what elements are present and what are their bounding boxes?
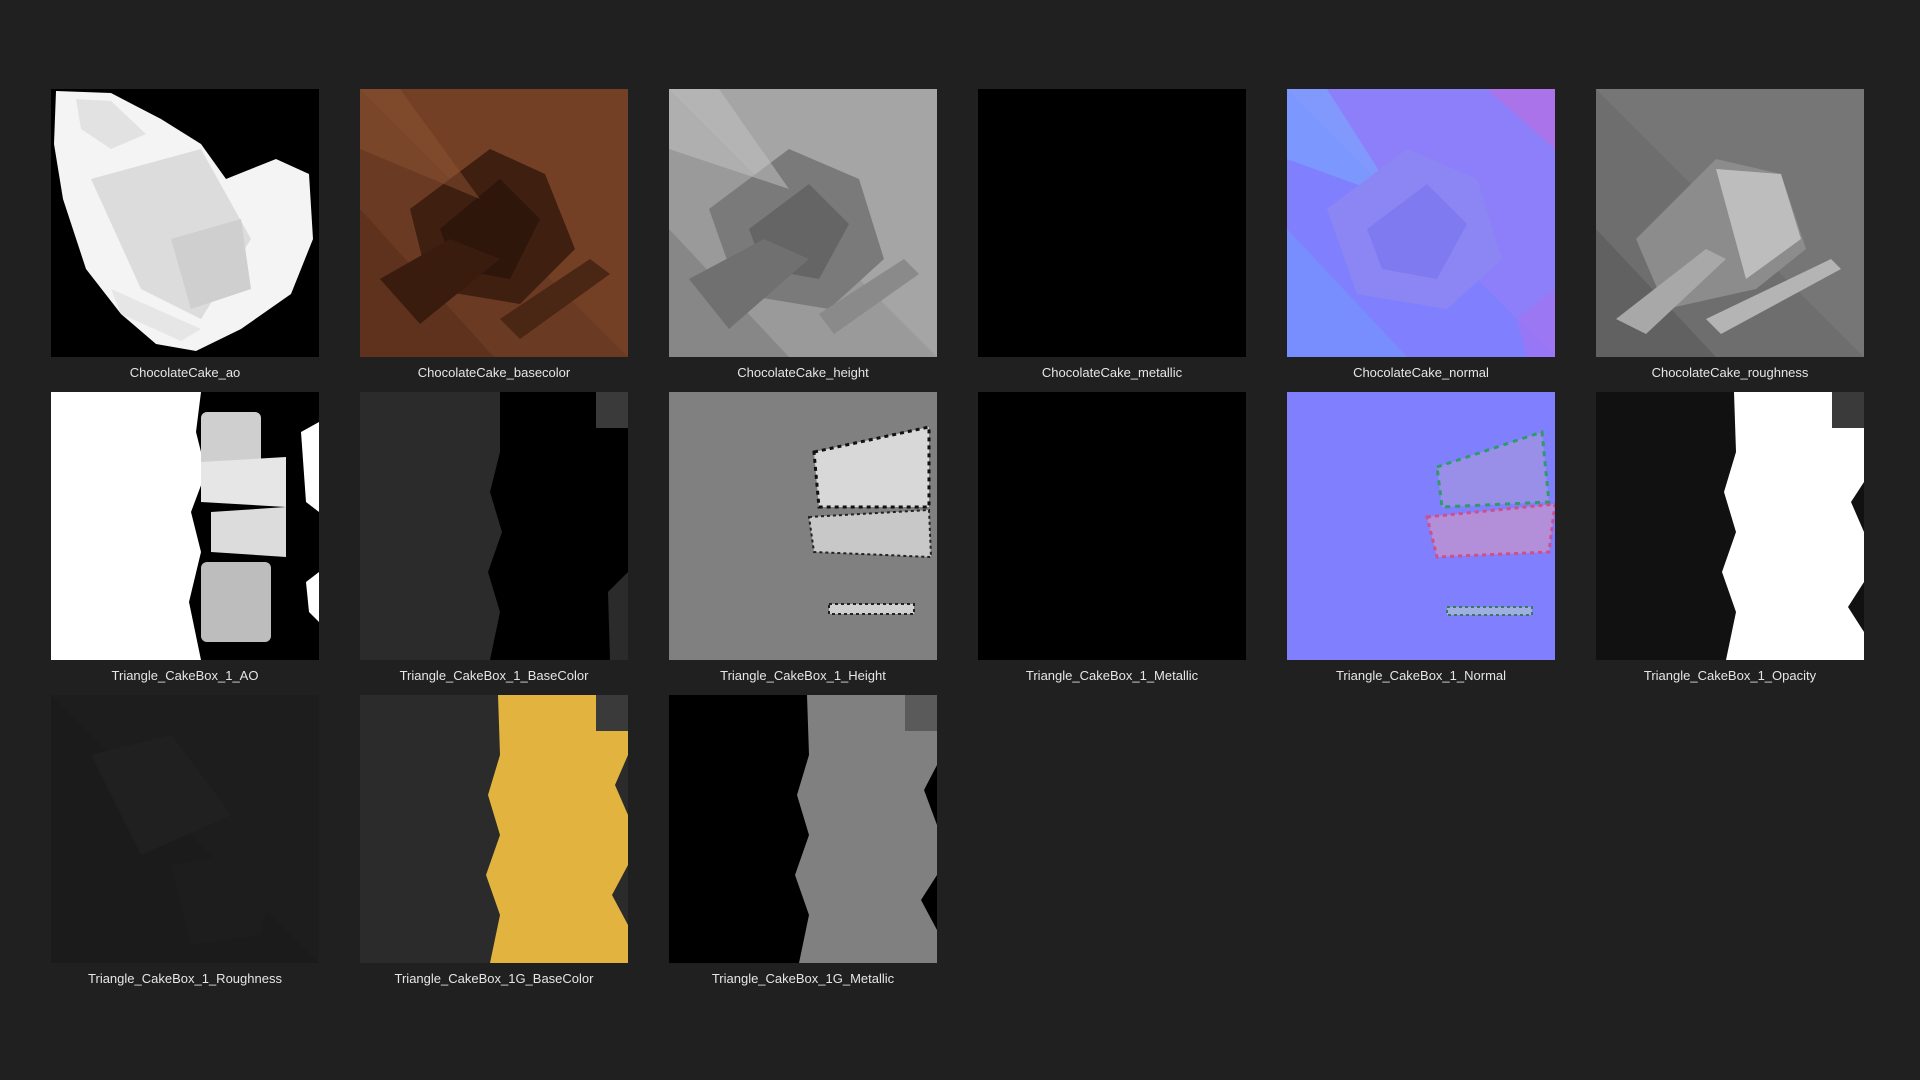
- ao-map-thumbnail: [51, 392, 319, 660]
- file-name: Triangle_CakeBox_1_BaseColor: [399, 668, 589, 683]
- metallic-map-thumbnail: [669, 695, 937, 963]
- file-name: ChocolateCake_roughness: [1651, 365, 1809, 380]
- file-name: Triangle_CakeBox_1_Roughness: [88, 971, 282, 986]
- height-map-thumbnail: [669, 392, 937, 660]
- file-name: ChocolateCake_normal: [1353, 365, 1489, 380]
- file-name: Triangle_CakeBox_1_Normal: [1335, 668, 1507, 683]
- file-name: Triangle_CakeBox_1G_Metallic: [711, 971, 895, 986]
- normal-map-thumbnail: [1287, 89, 1555, 357]
- ao-map-thumbnail: [51, 89, 319, 357]
- roughness-map-thumbnail: [1596, 89, 1864, 357]
- file-name: ChocolateCake_height: [737, 365, 869, 380]
- file-name: Triangle_CakeBox_1_AO: [111, 668, 259, 683]
- file-name: ChocolateCake_ao: [129, 365, 241, 380]
- normal-map-thumbnail: [1287, 392, 1555, 660]
- metallic-map-thumbnail: [978, 392, 1246, 660]
- basecolor-map-thumbnail: [360, 392, 628, 660]
- file-name: ChocolateCake_basecolor: [417, 365, 571, 380]
- opacity-map-thumbnail: [1596, 392, 1864, 660]
- roughness-map-thumbnail: [51, 695, 319, 963]
- height-map-thumbnail: [669, 89, 937, 357]
- file-name: Triangle_CakeBox_1_Opacity: [1643, 668, 1817, 683]
- file-grid: ChocolateCake_ao ChocolateCake_basecolor: [51, 89, 1867, 986]
- file-name: Triangle_CakeBox_1_Height: [720, 668, 886, 683]
- basecolor-map-thumbnail: [360, 89, 628, 357]
- metallic-map-thumbnail: [978, 89, 1246, 357]
- file-name: Triangle_CakeBox_1G_BaseColor: [394, 971, 594, 986]
- basecolor-map-thumbnail: [360, 695, 628, 963]
- file-name: ChocolateCake_metallic: [1041, 365, 1183, 380]
- file-name: Triangle_CakeBox_1_Metallic: [1025, 668, 1199, 683]
